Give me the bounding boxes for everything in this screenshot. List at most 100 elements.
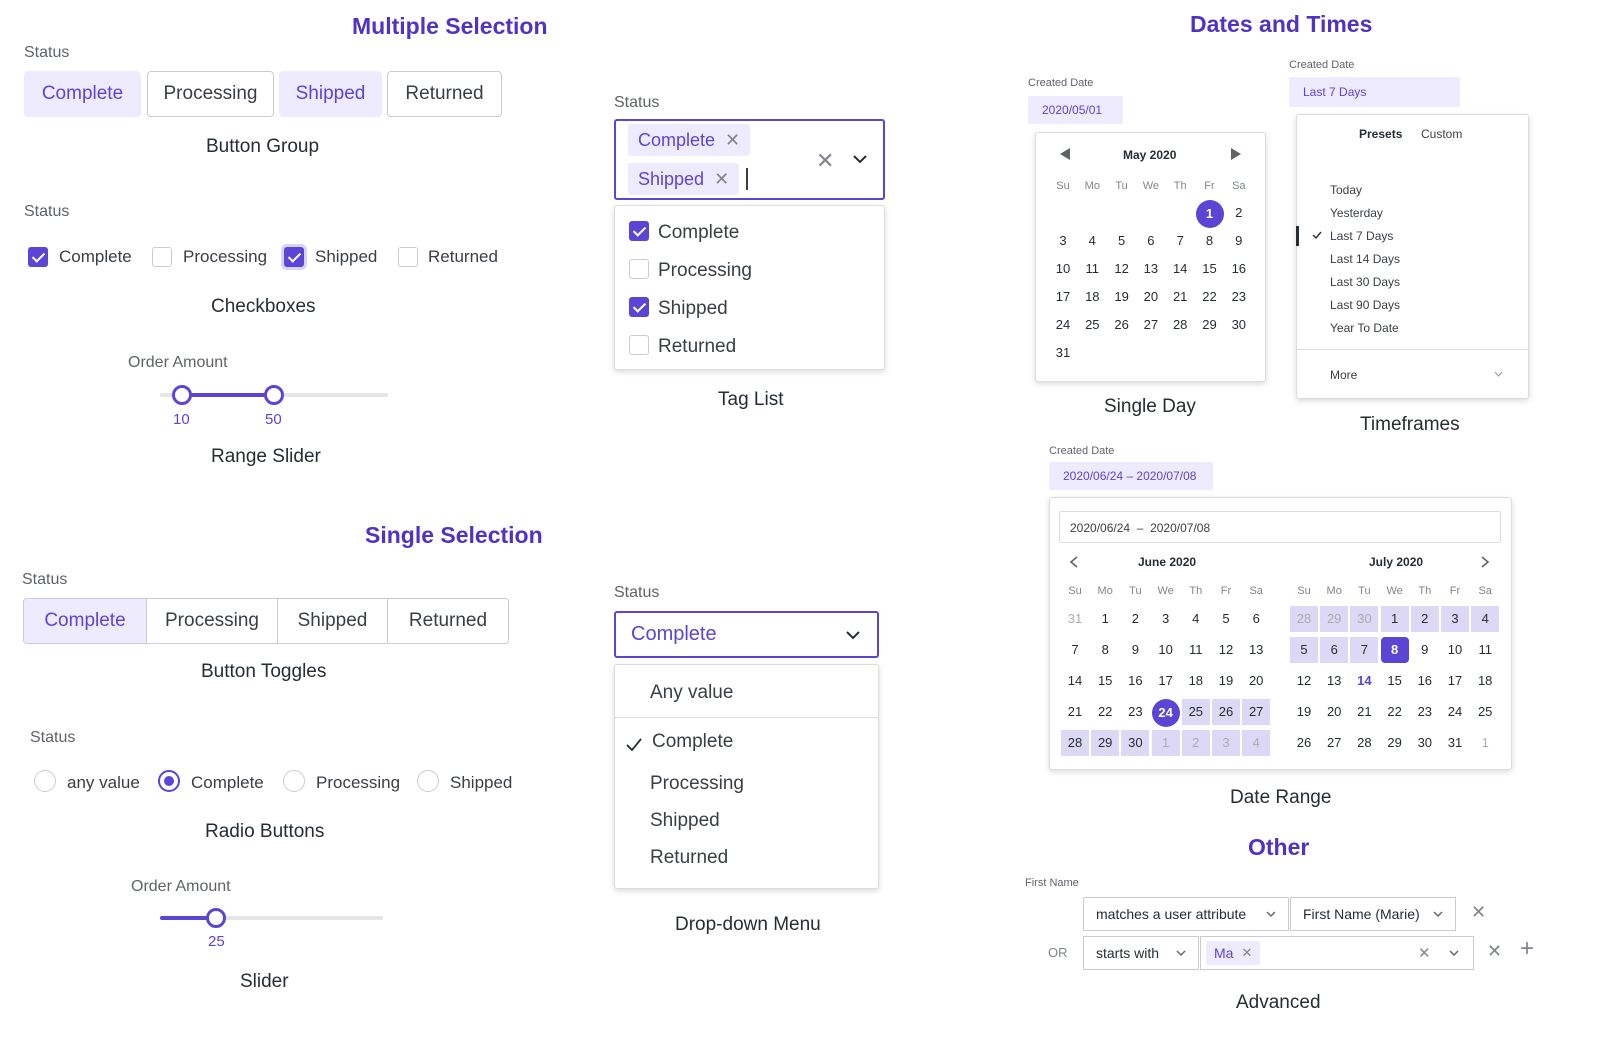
calendar-day[interactable]: 5 — [1108, 228, 1136, 254]
close-icon[interactable]: ✕ — [1241, 945, 1252, 961]
tag-option-processing[interactable]: Processing — [658, 260, 752, 282]
operator-select-1[interactable]: matches a user attribute — [1083, 897, 1289, 931]
calendar-day[interactable]: 24 — [1151, 699, 1180, 727]
calendar-day[interactable]: 2 — [1225, 200, 1253, 226]
toggle-complete[interactable]: Complete — [24, 599, 147, 643]
calendar-day[interactable]: 13 — [1242, 637, 1270, 663]
preset-yesterday[interactable]: Yesterday — [1330, 206, 1383, 220]
calendar-day[interactable]: 29 — [1091, 730, 1120, 756]
radio-any-value[interactable] — [34, 770, 56, 792]
calendar-day[interactable]: 6 — [1137, 228, 1165, 254]
attribute-select-1[interactable]: First Name (Marie) — [1290, 897, 1456, 931]
calendar-day[interactable]: 9 — [1411, 637, 1439, 663]
calendar-day[interactable]: 7 — [1061, 637, 1089, 663]
calendar-day[interactable]: 26 — [1212, 699, 1240, 725]
calendar-day[interactable]: 3 — [1152, 606, 1180, 632]
button-group-returned[interactable]: Returned — [387, 71, 502, 117]
tab-custom[interactable]: Custom — [1421, 127, 1462, 141]
calendar-day[interactable]: 28 — [1061, 730, 1089, 756]
range-slider-min-handle[interactable] — [172, 385, 192, 405]
calendar-day[interactable]: 8 — [1091, 637, 1119, 663]
calendar-day[interactable]: 22 — [1381, 699, 1409, 725]
calendar-day[interactable]: 8 — [1196, 228, 1224, 254]
prev-month-icon[interactable] — [1069, 556, 1078, 568]
calendar-day[interactable]: 25 — [1471, 699, 1499, 725]
calendar-day[interactable]: 28 — [1350, 730, 1378, 756]
calendar-day[interactable]: 30 — [1225, 312, 1253, 338]
calendar-day[interactable]: 14 — [1350, 668, 1378, 694]
next-month-icon[interactable] — [1231, 148, 1241, 160]
tag-option-complete[interactable]: Complete — [658, 222, 739, 244]
calendar-day[interactable]: 1 — [1471, 730, 1499, 756]
add-row-icon[interactable]: + — [1520, 937, 1534, 961]
calendar-day[interactable]: 31 — [1441, 730, 1469, 756]
calendar-day[interactable]: 14 — [1166, 256, 1194, 282]
calendar-day[interactable]: 29 — [1381, 730, 1409, 756]
tag-option-checkbox-complete[interactable] — [629, 221, 649, 241]
chevron-down-icon[interactable] — [853, 154, 867, 164]
calendar-day[interactable]: 27 — [1242, 699, 1271, 725]
calendar-day[interactable]: 3 — [1212, 730, 1240, 756]
date-range-input[interactable]: 2020/06/24 – 2020/07/08 — [1049, 462, 1213, 490]
calendar-day[interactable]: 9 — [1121, 637, 1149, 663]
calendar-day[interactable]: 19 — [1108, 284, 1136, 310]
calendar-day[interactable]: 1 — [1151, 730, 1180, 756]
toggle-returned[interactable]: Returned — [388, 599, 508, 643]
button-group-shipped[interactable]: Shipped — [279, 71, 382, 117]
calendar-day[interactable]: 28 — [1166, 312, 1194, 338]
radio-processing[interactable] — [283, 770, 305, 792]
calendar-day[interactable]: 4 — [1078, 228, 1106, 254]
calendar-day[interactable]: 1 — [1380, 606, 1409, 632]
checkbox-processing[interactable] — [152, 247, 172, 267]
dropdown-option-any-value[interactable]: Any value — [650, 682, 733, 704]
preset-last-14-days[interactable]: Last 14 Days — [1330, 252, 1400, 266]
calendar-day[interactable]: 24 — [1049, 312, 1077, 338]
tag-chip-complete[interactable]: Complete ✕ — [628, 124, 751, 156]
calendar-day[interactable]: 4 — [1242, 730, 1271, 756]
calendar-day[interactable]: 22 — [1196, 284, 1224, 310]
calendar-day[interactable]: 17 — [1049, 284, 1077, 310]
single-day-input[interactable]: 2020/05/01 — [1028, 96, 1123, 124]
calendar-day[interactable]: 20 — [1137, 284, 1165, 310]
calendar-day[interactable]: 26 — [1290, 730, 1318, 756]
calendar-day[interactable]: 16 — [1411, 668, 1439, 694]
calendar-day[interactable]: 31 — [1061, 606, 1089, 632]
prev-month-icon[interactable] — [1060, 148, 1070, 160]
calendar-day[interactable]: 14 — [1061, 668, 1089, 694]
calendar-day[interactable]: 6 — [1320, 637, 1349, 663]
checkbox-returned[interactable] — [398, 247, 418, 267]
calendar-day[interactable]: 21 — [1350, 699, 1378, 725]
calendar-day[interactable]: 19 — [1290, 699, 1318, 725]
calendar-day[interactable]: 16 — [1225, 256, 1253, 282]
calendar-day[interactable]: 26 — [1108, 312, 1136, 338]
chevron-down-icon[interactable] — [1449, 950, 1459, 956]
calendar-day[interactable]: 7 — [1166, 228, 1194, 254]
calendar-day[interactable]: 6 — [1242, 606, 1270, 632]
calendar-day[interactable]: 15 — [1091, 668, 1119, 694]
calendar-day[interactable]: 18 — [1471, 668, 1499, 694]
preset-year-to-date[interactable]: Year To Date — [1330, 321, 1399, 335]
tag-option-checkbox-shipped[interactable] — [629, 297, 649, 317]
dropdown-option-complete[interactable]: Complete — [652, 731, 733, 753]
checkbox-shipped[interactable] — [284, 247, 304, 267]
tag-option-checkbox-returned[interactable] — [629, 335, 649, 355]
calendar-day[interactable]: 12 — [1108, 256, 1136, 282]
preset-today[interactable]: Today — [1330, 183, 1362, 197]
clear-icon[interactable]: ✕ — [1418, 944, 1431, 962]
next-month-icon[interactable] — [1481, 556, 1490, 568]
calendar-day[interactable]: 2 — [1181, 730, 1210, 756]
chevron-down-icon[interactable] — [1494, 371, 1503, 377]
calendar-day[interactable]: 30 — [1121, 730, 1150, 756]
calendar-day[interactable]: 4 — [1182, 606, 1210, 632]
dropdown-option-shipped[interactable]: Shipped — [650, 810, 720, 832]
calendar-day[interactable]: 11 — [1182, 637, 1210, 663]
calendar-day[interactable]: 13 — [1320, 668, 1348, 694]
tag-chip-ma[interactable]: Ma ✕ — [1206, 941, 1261, 965]
calendar-day[interactable]: 9 — [1225, 228, 1253, 254]
operator-select-2[interactable]: starts with — [1083, 936, 1199, 970]
calendar-day[interactable]: 20 — [1242, 668, 1270, 694]
calendar-day[interactable]: 28 — [1290, 606, 1318, 632]
calendar-day[interactable]: 25 — [1181, 699, 1210, 725]
calendar-day[interactable]: 4 — [1471, 606, 1500, 632]
calendar-day[interactable]: 17 — [1152, 668, 1180, 694]
